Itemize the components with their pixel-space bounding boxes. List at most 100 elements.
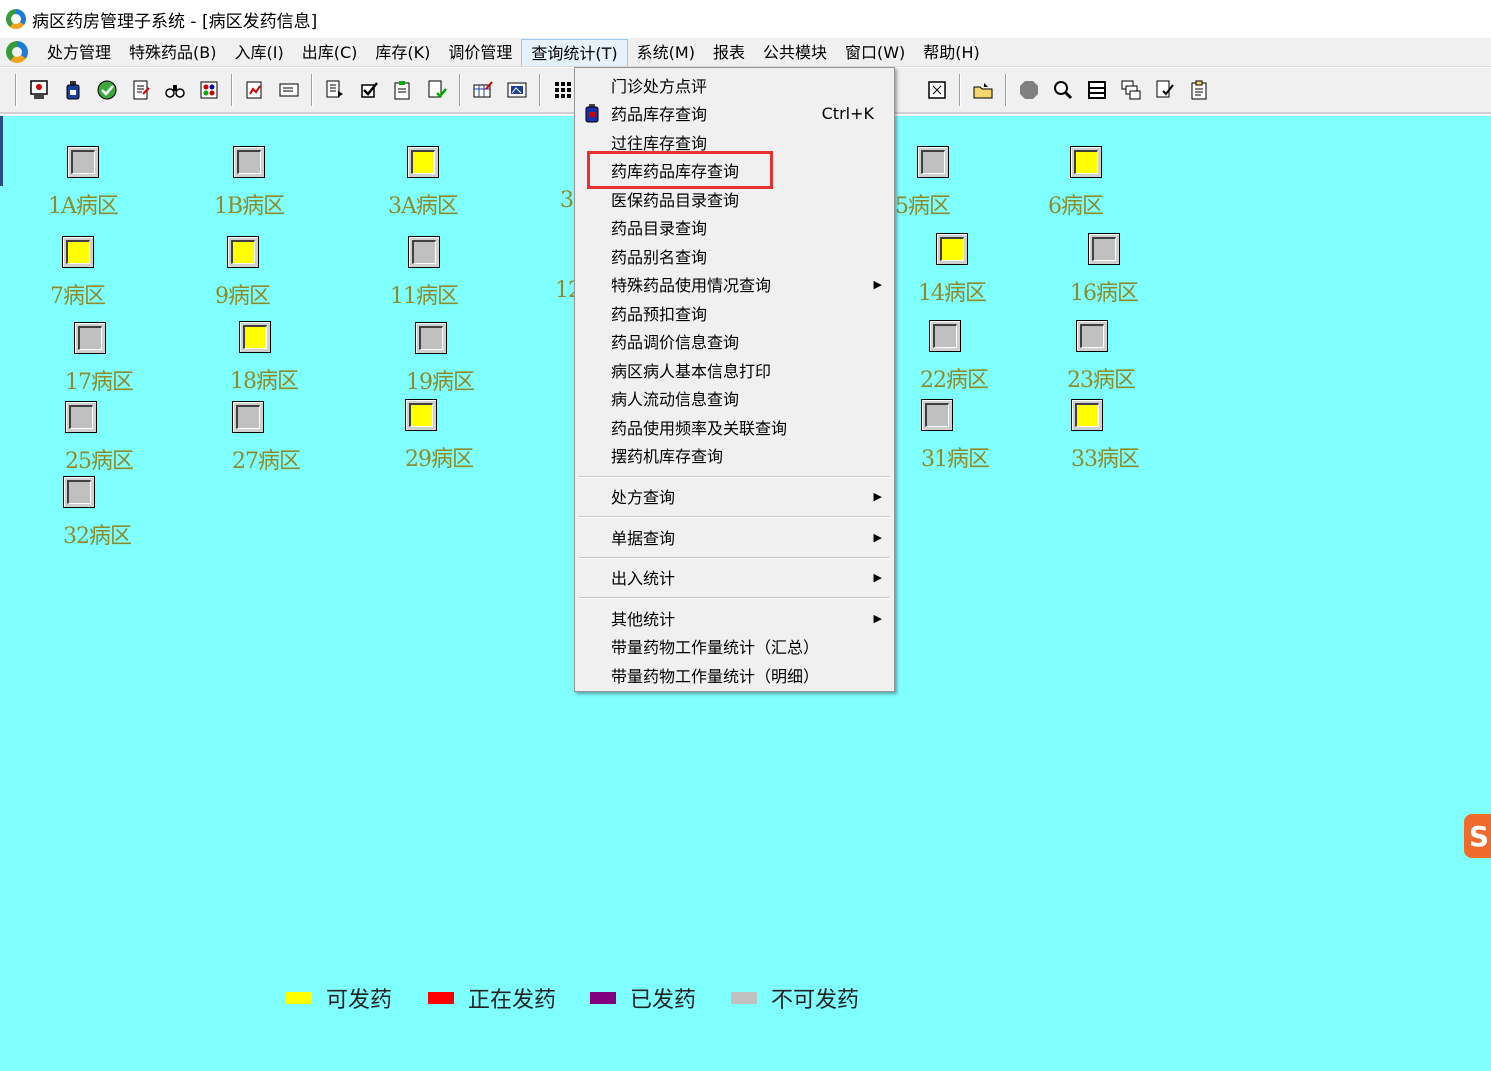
ward-29[interactable]: 29病区 [405,399,474,473]
menu-item-usage-frequency-query[interactable]: 药品使用频率及关联查询 [575,413,894,441]
menu-item-outpatient-review[interactable]: 门诊处方点评 [575,71,894,99]
menu-prescription[interactable]: 处方管理 [38,39,120,66]
ward-25[interactable]: 25病区 [65,401,134,475]
menu-price-adjust[interactable]: 调价管理 [439,39,521,66]
menu-item-workload-detail[interactable]: 带量药物工作量统计（明细） [575,661,894,689]
menu-item-other-stats[interactable]: 其他统计 ▶ [575,604,894,632]
ward-label: 3A病区 [388,194,459,219]
ward-label: 1A病区 [48,194,119,219]
menu-item-drug-alias-query[interactable]: 药品别名查询 [575,242,894,270]
menu-item-drug-stock-query[interactable]: 药品库存查询 Ctrl+K [575,99,894,127]
ward-7[interactable]: 7病区 [50,236,106,310]
binoculars-icon[interactable] [161,75,189,105]
close-box-icon[interactable] [923,75,951,105]
ward-1b[interactable]: 1B病区 [214,146,285,220]
menu-item-patient-flow-query[interactable]: 病人流动信息查询 [575,384,894,412]
left-edge-marker [0,116,3,186]
ward-6[interactable]: 6病区 [1048,146,1104,220]
ward-11[interactable]: 11病区 [390,236,459,310]
menu-reports[interactable]: 报表 [704,39,754,66]
ward-label: 31病区 [921,447,990,472]
bottle-icon[interactable] [59,75,87,105]
ward-18[interactable]: 18病区 [230,321,299,395]
submenu-arrow-icon: ▶ [873,530,882,544]
ward-status-icon [408,236,440,268]
menu-item-insurance-catalog-query[interactable]: 医保药品目录查询 [575,185,894,213]
ward-label: 19病区 [406,370,475,395]
document-icon[interactable] [6,41,28,63]
menu-item-drug-withhold-query[interactable]: 药品预扣查询 [575,299,894,327]
ward-status-icon [415,322,447,354]
menu-item-special-drug-usage[interactable]: 特殊药品使用情况查询 ▶ [575,270,894,298]
menu-item-workload-summary[interactable]: 带量药物工作量统计（汇总） [575,632,894,660]
ward-22[interactable]: 22病区 [920,320,989,394]
menu-help[interactable]: 帮助(H) [914,39,989,66]
menu-inventory[interactable]: 库存(K) [366,39,439,66]
ward-33[interactable]: 33病区 [1071,399,1140,473]
ward-status-icon [916,146,949,178]
ward-3-partial[interactable]: 3 [560,146,574,213]
ward-label: 23病区 [1067,368,1136,393]
grid-icon[interactable] [549,75,577,105]
ward-14[interactable]: 14病区 [918,233,987,307]
menu-item-prescription-query[interactable]: 处方查询 ▶ [575,482,894,510]
menu-stock-out[interactable]: 出库(C) [293,39,367,66]
edit-table-icon[interactable] [469,75,497,105]
menu-common-modules[interactable]: 公共模块 [754,39,836,66]
menu-window[interactable]: 窗口(W) [836,39,914,66]
ward-19[interactable]: 19病区 [406,322,475,396]
menu-item-past-stock-query[interactable]: 过往库存查询 [575,128,894,156]
approve-document-icon[interactable] [423,75,451,105]
stop-hexagon-icon[interactable] [1015,75,1043,105]
menu-item-drug-catalog-query[interactable]: 药品目录查询 [575,213,894,241]
ward-status-icon [1069,146,1102,178]
document-edit-icon[interactable] [127,75,155,105]
menu-special-drugs[interactable]: 特殊药品(B) [120,39,225,66]
pills-icon[interactable] [195,75,223,105]
legend-available: 可发药 [286,982,392,1014]
query-stats-dropdown: 门诊处方点评 药品库存查询 Ctrl+K 过往库存查询 药库药品库存查询 医保药… [574,67,895,692]
check-mail-icon[interactable] [93,75,121,105]
input-method-logo[interactable]: S [1464,814,1491,858]
checkbox-icon[interactable] [355,75,383,105]
ward-label: 33病区 [1071,447,1140,472]
paste-icon[interactable] [389,75,417,105]
menu-system[interactable]: 系统(M) [628,39,704,66]
clipboard-icon[interactable] [1185,75,1213,105]
menu-item-warehouse-stock-query[interactable]: 药库药品库存查询 [575,156,894,184]
menu-bar: 处方管理 特殊药品(B) 入库(I) 出库(C) 库存(K) 调价管理 查询统计… [0,38,1491,67]
copy-document-icon[interactable] [321,75,349,105]
ward-3a[interactable]: 3A病区 [388,146,459,220]
menu-item-in-out-stats[interactable]: 出入统计 ▶ [575,563,894,591]
cascade-windows-icon[interactable] [1117,75,1145,105]
menu-stock-in[interactable]: 入库(I) [225,39,292,66]
ward-label: 18病区 [230,369,299,394]
magnifier-icon[interactable] [1049,75,1077,105]
title-bar: 病区药房管理子系统 - [病区发药信息] [0,0,1491,38]
ward-17[interactable]: 17病区 [65,322,134,396]
folder-list-icon[interactable] [275,75,303,105]
list-icon[interactable] [1083,75,1111,105]
ward-status-icon [1088,233,1120,265]
screen-image-icon[interactable] [503,75,531,105]
menu-item-patient-info-print[interactable]: 病区病人基本信息打印 [575,356,894,384]
ward-27[interactable]: 27病区 [232,401,301,475]
ward-9[interactable]: 9病区 [215,236,271,310]
ward-label: 1B病区 [214,194,285,219]
ward-16[interactable]: 16病区 [1070,233,1139,307]
open-folder-icon[interactable] [969,75,997,105]
menu-item-document-query[interactable]: 单据查询 ▶ [575,523,894,551]
menu-item-dispenser-stock-query[interactable]: 摆药机库存查询 [575,441,894,469]
ward-label: 9病区 [215,284,271,309]
monitor-icon[interactable] [25,75,53,105]
ward-5[interactable]: 5病区 [895,146,951,220]
ward-23[interactable]: 23病区 [1067,320,1136,394]
ward-label: 16病区 [1070,281,1139,306]
menu-item-price-adjust-query[interactable]: 药品调价信息查询 [575,327,894,355]
menu-query-stats[interactable]: 查询统计(T) [521,38,628,66]
ward-31[interactable]: 31病区 [921,399,990,473]
ward-32[interactable]: 32病区 [63,476,132,550]
check-document-icon[interactable] [1151,75,1179,105]
ward-1a[interactable]: 1A病区 [48,146,119,220]
report-chart-icon[interactable] [241,75,269,105]
